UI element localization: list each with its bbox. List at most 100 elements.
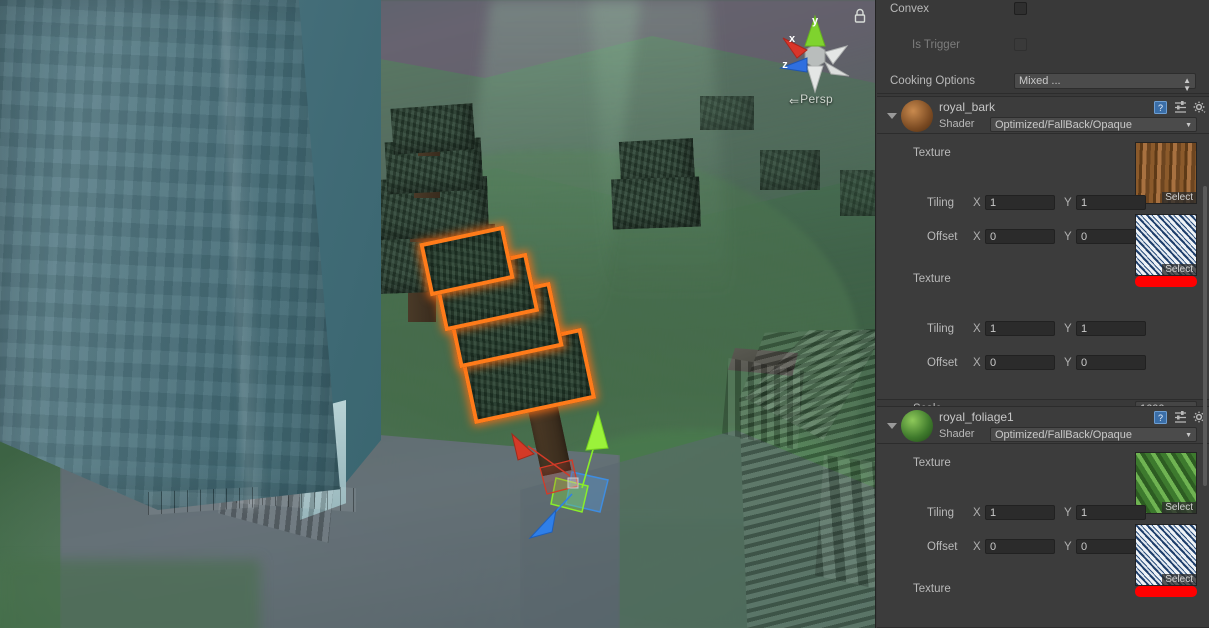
tiling-label: Tiling	[927, 507, 955, 519]
tiling-y-input[interactable]: 1	[1076, 195, 1146, 210]
tiling-y-value: 1	[1081, 322, 1088, 335]
texture-select-button[interactable]: Select	[1162, 574, 1196, 585]
inspector-panel[interactable]: Convex Is Trigger Cooking Options Mixed …	[875, 0, 1209, 628]
shader-dropdown[interactable]: Optimized/FallBack/Opaque ▼	[990, 117, 1197, 132]
texture-select-button[interactable]: Select	[1162, 264, 1196, 275]
texture-preview-noise[interactable]: Select	[1135, 214, 1197, 276]
tiling-y-axis-label: Y	[1064, 507, 1072, 519]
tiling-y-input[interactable]: 1	[1076, 321, 1146, 336]
offset-row: Offset X 0 Y 0	[877, 354, 1209, 372]
foldout-arrow-icon[interactable]	[887, 113, 897, 119]
cooking-options-dropdown[interactable]: Mixed ... ▲ ▼	[1014, 73, 1196, 93]
offset-x-axis-label: X	[973, 541, 981, 553]
tiling-y-input[interactable]: 1	[1076, 505, 1146, 520]
scene-view[interactable]: y x z ⇐ Persp	[0, 0, 875, 628]
is-trigger-row: Is Trigger	[876, 36, 1209, 54]
texture-label: Texture	[913, 147, 951, 159]
shader-value: Optimized/FallBack/Opaque	[995, 118, 1132, 131]
material-header-royal-bark[interactable]: royal_bark Shader Optimized/FallBack/Opa…	[877, 96, 1209, 134]
updown-arrows-icon: ▲▼	[1183, 76, 1191, 93]
tiling-x-input[interactable]: 1	[985, 505, 1055, 520]
offset-x-axis-label: X	[973, 231, 981, 243]
convex-checkbox[interactable]	[1014, 2, 1027, 15]
inspector-scrollbar-track[interactable]	[1203, 0, 1208, 628]
tiling-x-axis-label: X	[973, 323, 981, 335]
tiling-y-axis-label: Y	[1064, 197, 1072, 209]
persp-toggle-arrow-icon[interactable]: ⇐	[789, 94, 799, 108]
wooden-wall	[815, 455, 875, 595]
cooking-options-label: Cooking Options	[890, 75, 976, 87]
offset-x-value: 0	[990, 230, 997, 243]
offset-x-input[interactable]: 0	[985, 539, 1055, 554]
material-header-royal-foliage1[interactable]: royal_foliage1 Shader Optimized/FallBack…	[877, 406, 1209, 444]
gizmo-hub[interactable]	[804, 43, 826, 69]
help-icon[interactable]: ?	[1154, 101, 1167, 114]
chevron-down-icon: ▼	[1185, 432, 1192, 439]
is-trigger-checkbox[interactable]	[1014, 38, 1027, 51]
scene-orientation-gizmo[interactable]: y x z	[767, 6, 863, 102]
offset-x-value: 0	[990, 356, 997, 369]
help-icon[interactable]: ?	[1154, 411, 1167, 424]
shader-value: Optimized/FallBack/Opaque	[995, 428, 1132, 441]
is-trigger-label: Is Trigger	[912, 39, 960, 51]
material-name: royal_bark	[939, 100, 996, 114]
offset-x-input[interactable]: 0	[985, 229, 1055, 244]
tiling-row: Tiling X 1 Y 1	[877, 504, 1209, 522]
convex-label: Convex	[890, 3, 929, 15]
offset-y-value: 0	[1081, 356, 1088, 369]
texture-label: Texture	[913, 457, 951, 469]
inspector-scrollbar-thumb[interactable]	[1203, 186, 1207, 486]
unity-editor-window: y x z ⇐ Persp Convex Is Trigger Cooking …	[0, 0, 1209, 628]
stone-building-texture	[0, 0, 340, 510]
foldout-arrow-icon[interactable]	[887, 423, 897, 429]
tree-box	[760, 150, 820, 190]
tiling-x-input[interactable]: 1	[985, 321, 1055, 336]
tiling-y-axis-label: Y	[1064, 323, 1072, 335]
offset-y-axis-label: Y	[1064, 357, 1072, 369]
tiling-y-value: 1	[1081, 196, 1088, 209]
tiling-row: Tiling X 1 Y 1	[877, 320, 1209, 338]
gizmo-label-z: z	[782, 59, 788, 71]
material-name: royal_foliage1	[939, 410, 1014, 424]
tiling-x-input[interactable]: 1	[985, 195, 1055, 210]
shader-label: Shader	[939, 118, 975, 130]
preset-icon[interactable]	[1174, 411, 1187, 424]
offset-y-axis-label: Y	[1064, 231, 1072, 243]
tree-box	[700, 96, 754, 130]
svg-text:?: ?	[1158, 413, 1163, 423]
texture-label: Texture	[913, 273, 951, 285]
texture-error-bar	[1135, 276, 1197, 287]
tiling-row: Tiling X 1 Y 1	[877, 194, 1209, 212]
texture-preview-noise[interactable]: Select	[1135, 524, 1197, 586]
tiling-x-axis-label: X	[973, 197, 981, 209]
offset-x-axis-label: X	[973, 357, 981, 369]
offset-label: Offset	[927, 541, 958, 553]
gizmo-cone-z-negative[interactable]	[823, 60, 850, 77]
gizmo-label-x: x	[789, 33, 796, 45]
svg-text:?: ?	[1158, 103, 1163, 113]
offset-y-value: 0	[1081, 230, 1088, 243]
lock-icon[interactable]	[853, 8, 867, 24]
tiling-label: Tiling	[927, 323, 955, 335]
tiling-x-value: 1	[990, 506, 997, 519]
tiling-x-value: 1	[990, 196, 997, 209]
material-body-royal-foliage1: Texture Select Tiling X 1 Y 1 Offset X 0…	[877, 444, 1209, 628]
gizmo-cone-y-negative[interactable]	[806, 65, 824, 94]
projection-mode-label[interactable]: Persp	[800, 92, 833, 106]
texture-error-bar	[1135, 586, 1197, 597]
convex-row: Convex	[876, 0, 1209, 18]
preset-icon[interactable]	[1174, 101, 1187, 114]
tree-box	[611, 176, 701, 230]
chevron-down-icon: ▼	[1185, 122, 1192, 129]
gizmo-cone-x-negative[interactable]	[824, 45, 849, 65]
shader-dropdown[interactable]: Optimized/FallBack/Opaque ▼	[990, 427, 1197, 442]
divider	[877, 93, 1209, 94]
offset-y-input[interactable]: 0	[1076, 355, 1146, 370]
offset-y-axis-label: Y	[1064, 541, 1072, 553]
offset-x-value: 0	[990, 540, 997, 553]
tree-box	[390, 103, 476, 155]
material-preview-icon	[901, 100, 933, 132]
texture-label: Texture	[913, 583, 951, 595]
tiling-x-axis-label: X	[973, 507, 981, 519]
offset-x-input[interactable]: 0	[985, 355, 1055, 370]
